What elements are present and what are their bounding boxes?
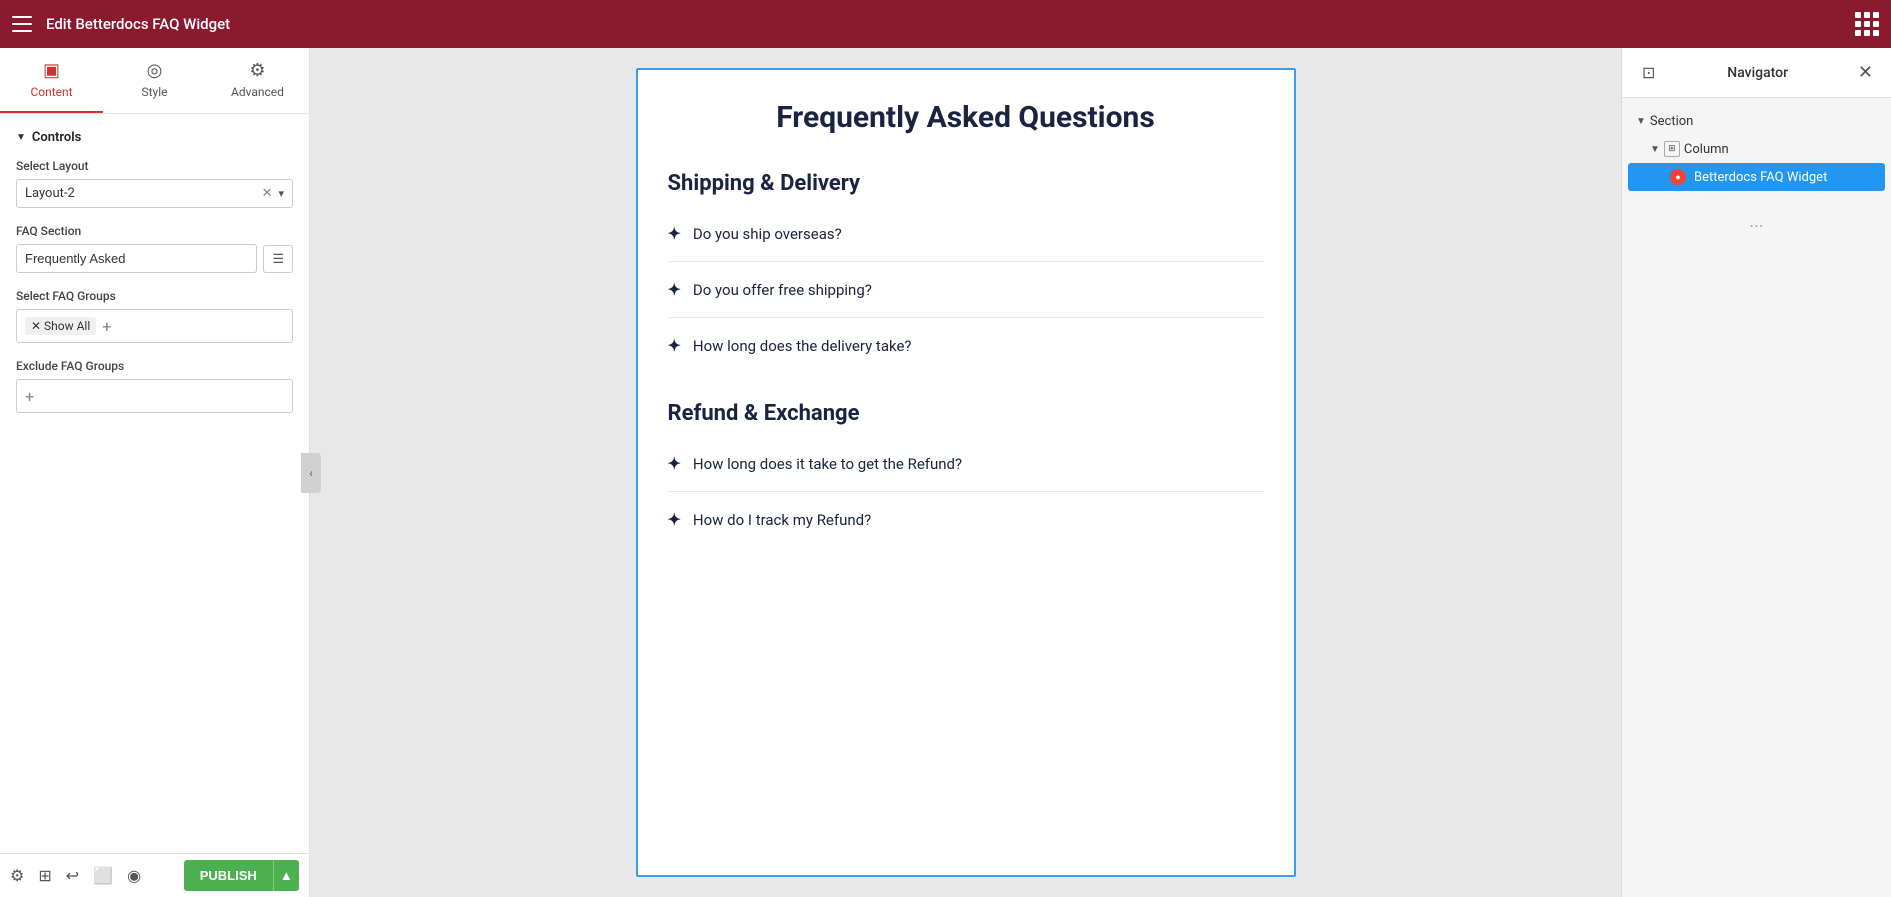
settings-icon[interactable]: ⚙ <box>10 866 24 885</box>
select-layout-dropdown-icon[interactable]: ▾ <box>278 187 284 200</box>
betterdocs-icon: ● <box>1670 169 1686 185</box>
editor-tabs: ▣ Content ◎ Style ⚙ Advanced <box>0 48 309 114</box>
exclude-faq-groups-field[interactable]: + <box>16 379 293 413</box>
section-chevron-icon: ▼ <box>1636 116 1646 127</box>
style-icon: ◎ <box>147 60 163 81</box>
select-layout-group: Select Layout Layout-2 ✕ ▾ <box>16 159 293 208</box>
select-faq-groups-label: Select FAQ Groups <box>16 289 293 303</box>
panel-collapse-handle[interactable]: ‹ <box>301 453 321 493</box>
topbar-title: Edit Betterdocs FAQ Widget <box>46 15 1855 33</box>
apps-grid-icon[interactable] <box>1855 12 1879 36</box>
faq-main-title: Frequently Asked Questions <box>668 100 1264 135</box>
publish-button[interactable]: PUBLISH <box>184 860 273 891</box>
faq-section-row: ☰ <box>16 244 293 273</box>
column-chevron-icon: ▼ <box>1650 144 1660 155</box>
section-label: Section <box>1650 114 1693 129</box>
center-canvas: Frequently Asked Questions Shipping & De… <box>310 48 1621 897</box>
column-label: Column <box>1684 142 1729 157</box>
select-layout-clear-icon[interactable]: ✕ <box>262 186 273 201</box>
faq-item[interactable]: ✦ How long does it take to get the Refun… <box>668 436 1264 492</box>
select-layout-label: Select Layout <box>16 159 293 173</box>
faq-section-label: FAQ Section <box>16 224 293 238</box>
navigator-tree: ▼ Section ▼ ⊞ Column ● Betterdocs FAQ Wi… <box>1622 98 1891 201</box>
navigator-ellipsis: ... <box>1622 201 1891 242</box>
faq-section-icon-button[interactable]: ☰ <box>263 245 293 273</box>
tab-content[interactable]: ▣ Content <box>0 48 103 113</box>
topbar: Edit Betterdocs FAQ Widget <box>0 0 1891 48</box>
hamburger-menu[interactable] <box>12 16 32 32</box>
tab-style-label: Style <box>141 85 167 99</box>
navigator-item-betterdocs[interactable]: ● Betterdocs FAQ Widget <box>1628 163 1885 191</box>
controls-label: Controls <box>32 130 81 145</box>
tag-add-icon[interactable]: + <box>102 317 111 336</box>
layers-icon[interactable]: ⊞ <box>38 866 51 885</box>
select-layout-field[interactable]: Layout-2 ✕ ▾ <box>16 179 293 208</box>
navigator-header: ⊡ Navigator ✕ <box>1622 48 1891 98</box>
tab-advanced[interactable]: ⚙ Advanced <box>206 48 309 113</box>
faq-item[interactable]: ✦ How do I track my Refund? <box>668 492 1264 547</box>
faq-section-input[interactable] <box>16 244 257 273</box>
select-faq-groups-group: Select FAQ Groups ✕ Show All + <box>16 289 293 343</box>
history-icon[interactable]: ↩ <box>66 866 79 885</box>
tab-advanced-label: Advanced <box>231 85 284 99</box>
faq-question: How do I track my Refund? <box>693 511 871 529</box>
right-panel: ⊡ Navigator ✕ ▼ Section ▼ ⊞ Column ● Bet… <box>1621 48 1891 897</box>
bottom-toolbar: ⚙ ⊞ ↩ ⬜ ◉ PUBLISH ▲ <box>0 853 309 897</box>
content-icon: ▣ <box>43 60 60 81</box>
navigator-minimize-icon[interactable]: ⊡ <box>1636 61 1661 84</box>
faq-item[interactable]: ✦ How long does the delivery take? <box>668 318 1264 373</box>
betterdocs-label: Betterdocs FAQ Widget <box>1694 170 1827 185</box>
navigator-item-column[interactable]: ▼ ⊞ Column <box>1622 135 1891 163</box>
responsive-icon[interactable]: ⬜ <box>93 866 113 885</box>
eye-icon[interactable]: ◉ <box>127 866 141 885</box>
faq-question: Do you ship overseas? <box>693 225 842 243</box>
faq-section-shipping-title: Shipping & Delivery <box>668 163 1264 196</box>
faq-question: How long does it take to get the Refund? <box>693 455 962 473</box>
faq-item[interactable]: ✦ Do you offer free shipping? <box>668 262 1264 318</box>
faq-plus-icon: ✦ <box>668 280 681 299</box>
faq-question: Do you offer free shipping? <box>693 281 872 299</box>
faq-item[interactable]: ✦ Do you ship overseas? <box>668 206 1264 262</box>
tab-content-label: Content <box>30 85 72 99</box>
tag-label: ✕ Show All <box>31 319 90 333</box>
faq-question: How long does the delivery take? <box>693 337 912 355</box>
exclude-faq-groups-label: Exclude FAQ Groups <box>16 359 293 373</box>
faq-widget: Frequently Asked Questions Shipping & De… <box>636 68 1296 877</box>
faq-plus-icon: ✦ <box>668 336 681 355</box>
faq-section-refund: Refund & Exchange ✦ How long does it tak… <box>668 393 1264 547</box>
publish-dropdown-button[interactable]: ▲ <box>273 860 299 891</box>
exclude-faq-groups-group: Exclude FAQ Groups + <box>16 359 293 413</box>
faq-plus-icon: ✦ <box>668 224 681 243</box>
faq-groups-tags-field[interactable]: ✕ Show All + <box>16 309 293 343</box>
tab-style[interactable]: ◎ Style <box>103 48 206 113</box>
faq-section-shipping: Shipping & Delivery ✦ Do you ship overse… <box>668 163 1264 373</box>
select-layout-value: Layout-2 <box>25 186 262 201</box>
navigator-title: Navigator <box>1661 65 1854 81</box>
column-icon: ⊞ <box>1664 141 1680 157</box>
advanced-icon: ⚙ <box>249 60 265 81</box>
controls-arrow-icon: ▼ <box>16 132 26 143</box>
show-all-tag[interactable]: ✕ Show All <box>25 317 96 335</box>
publish-group: PUBLISH ▲ <box>184 860 299 891</box>
panel-content: ▼ Controls Select Layout Layout-2 ✕ ▾ FA… <box>0 114 309 853</box>
navigator-close-icon[interactable]: ✕ <box>1854 60 1877 85</box>
controls-section-header[interactable]: ▼ Controls <box>16 130 293 145</box>
exclude-add-icon[interactable]: + <box>25 387 34 406</box>
faq-plus-icon: ✦ <box>668 510 681 529</box>
faq-plus-icon: ✦ <box>668 454 681 473</box>
faq-section-group: FAQ Section ☰ <box>16 224 293 273</box>
navigator-item-section[interactable]: ▼ Section <box>1622 108 1891 135</box>
faq-section-refund-title: Refund & Exchange <box>668 393 1264 426</box>
left-panel: ▣ Content ◎ Style ⚙ Advanced ▼ Controls … <box>0 48 310 897</box>
